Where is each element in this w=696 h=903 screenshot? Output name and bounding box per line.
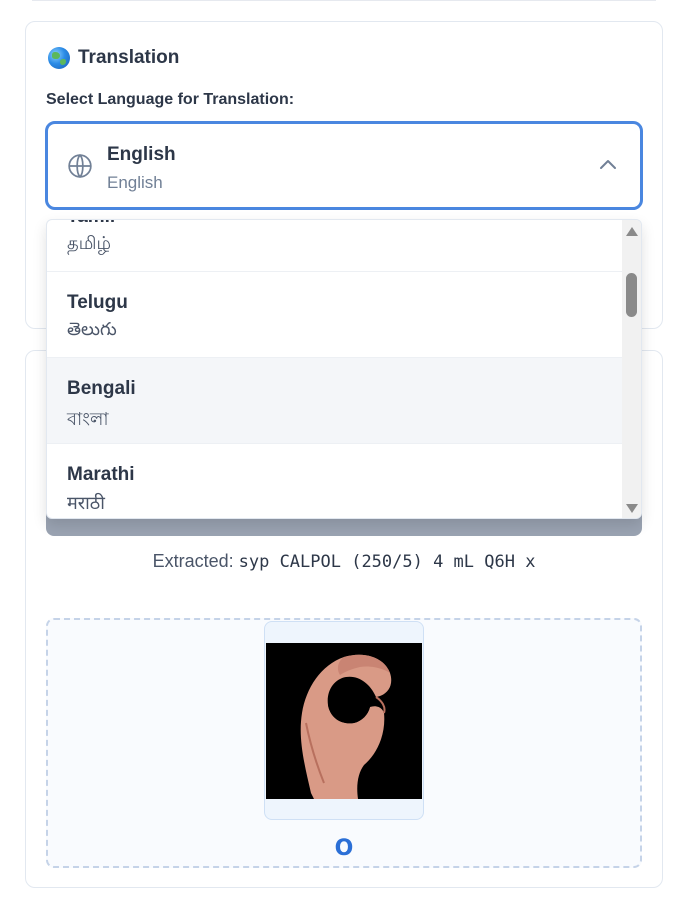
- option-tamil[interactable]: Tamil தமிழ்: [47, 220, 623, 272]
- extracted-text: Extracted: syp CALPOL (250/5) 4 mL Q6H x: [0, 551, 688, 572]
- globe-icon: [68, 153, 92, 179]
- scroll-up-arrow-icon[interactable]: [626, 227, 638, 236]
- option-bengali[interactable]: Bengali বাংলা: [47, 358, 623, 444]
- hand-sign-o-icon: [266, 643, 422, 799]
- option-marathi[interactable]: Marathi मराठी: [47, 444, 623, 518]
- option-name: Bengali: [67, 378, 136, 399]
- option-telugu[interactable]: Telugu తెలుగు: [47, 272, 623, 358]
- sign-letter: O: [334, 836, 354, 861]
- extracted-label: Extracted:: [152, 551, 234, 571]
- scroll-thumb[interactable]: [626, 273, 637, 317]
- globe-emoji-icon: [48, 47, 70, 69]
- option-name: Tamil: [67, 220, 115, 228]
- chevron-up-icon: [600, 160, 616, 169]
- selected-language-name: English: [107, 144, 176, 165]
- extracted-value: syp CALPOL (250/5) 4 mL Q6H x: [238, 552, 536, 572]
- scroll-down-arrow-icon[interactable]: [626, 504, 638, 513]
- option-native: বাংলা: [67, 409, 109, 429]
- option-name: Marathi: [67, 464, 135, 485]
- sign-card-frame: [264, 621, 424, 820]
- translation-heading: Translation: [48, 46, 179, 70]
- page: Translation Select Language for Translat…: [0, 0, 696, 903]
- right-edge: [688, 0, 696, 903]
- language-select-label: Select Language for Translation:: [46, 91, 295, 108]
- translation-title: Translation: [78, 47, 180, 68]
- option-native: मराठी: [67, 493, 105, 513]
- language-options-list[interactable]: Tamil தமிழ் Telugu తెలుగు Bengali বাংলা …: [47, 220, 623, 518]
- option-native: தமிழ்: [67, 233, 111, 253]
- language-dropdown: Tamil தமிழ் Telugu తెలుగు Bengali বাংলা …: [46, 219, 642, 519]
- dropdown-scrollbar[interactable]: [622, 220, 641, 518]
- option-native: తెలుగు: [67, 319, 117, 339]
- top-divider: [32, 0, 656, 1]
- option-name: Telugu: [67, 292, 128, 313]
- language-select[interactable]: English English: [45, 121, 643, 210]
- selected-language-native: English: [107, 173, 163, 192]
